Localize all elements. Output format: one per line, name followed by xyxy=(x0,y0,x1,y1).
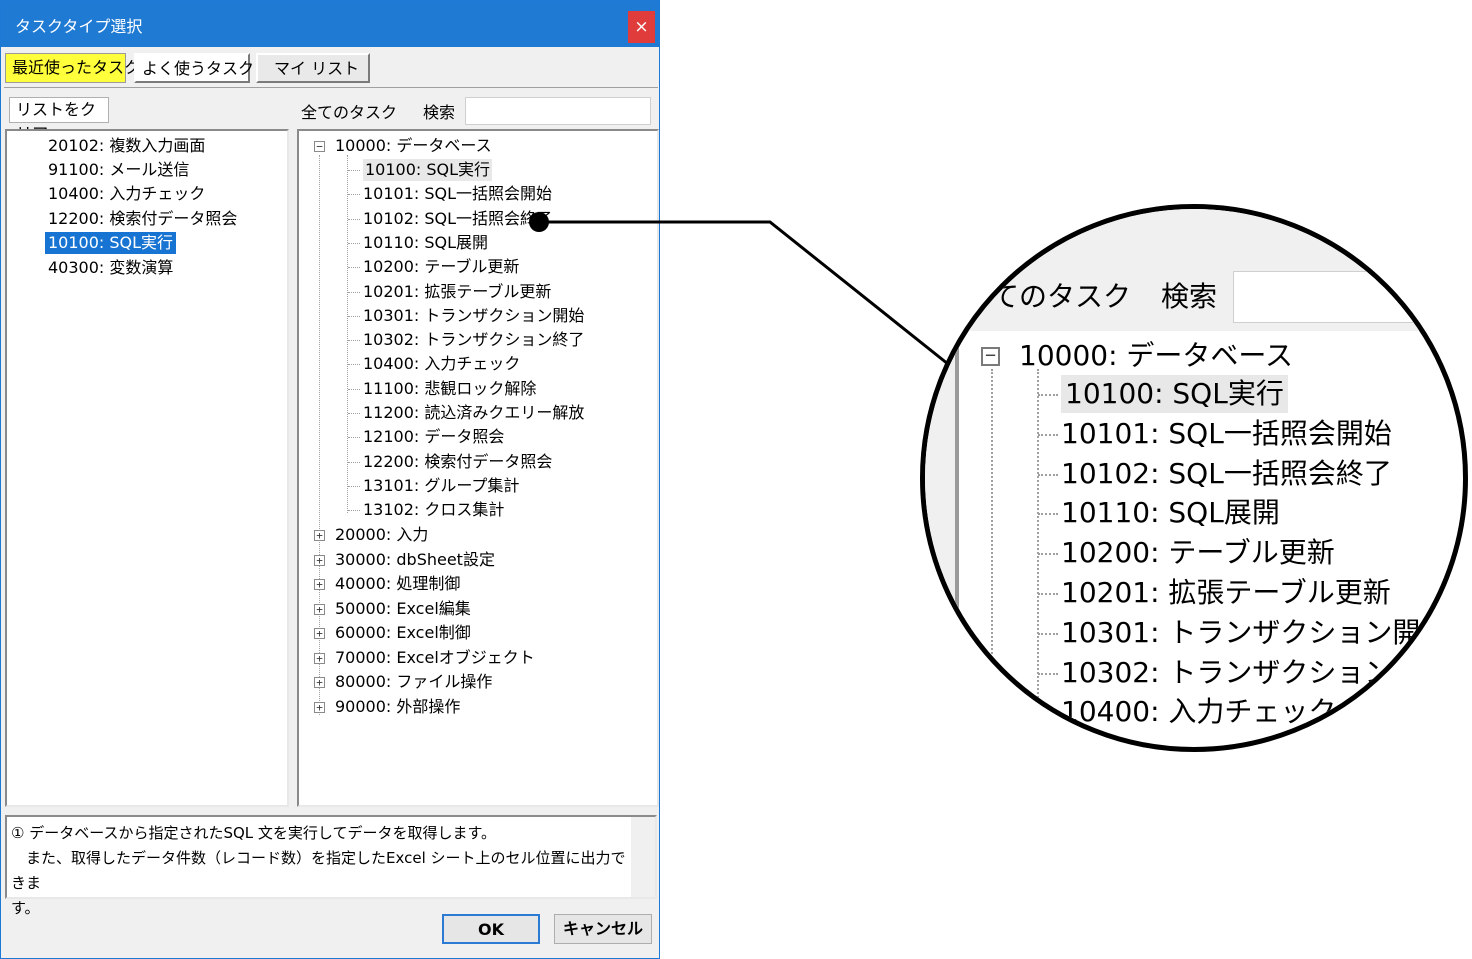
magnified-collapse-icon: − xyxy=(981,347,1000,366)
magnifier-callout: てのタスク 検索 − 10000: データベース 10100: SQL実行 101… xyxy=(920,204,1468,752)
magnified-tree-node: 10100: SQL実行 xyxy=(1061,375,1288,413)
magnified-tree-node: 10301: トランザクション開始 xyxy=(1061,615,1449,649)
magnified-group-database: 10000: データベース xyxy=(1019,339,1294,372)
magnified-tree-node: 10101: SQL一括照会開始 xyxy=(1061,416,1392,450)
callout-dot xyxy=(529,212,549,232)
magnified-guide-tick xyxy=(1038,632,1058,635)
magnified-all-tasks-label: てのタスク xyxy=(991,280,1132,313)
magnified-guide-tick xyxy=(1038,394,1058,396)
magnified-guide-tick xyxy=(1038,712,1058,715)
magnified-guide-tick xyxy=(1038,553,1058,556)
magnified-tree-node: 10200: テーブル更新 xyxy=(1061,536,1335,570)
magnified-guide-tick xyxy=(1038,433,1058,436)
magnified-guide-tick xyxy=(1038,593,1058,595)
magnified-header: てのタスク 検索 xyxy=(925,209,1463,331)
magnified-guide-line xyxy=(991,369,993,747)
magnified-tree-node: 10110: SQL展開 xyxy=(1061,496,1280,530)
magnified-tree-node: 10201: 拡張テーブル更新 xyxy=(1061,576,1391,609)
callout-line xyxy=(539,220,949,366)
magnified-search-label: 検索 xyxy=(1161,280,1218,313)
magnified-guide-tick xyxy=(1038,513,1058,516)
magnified-guide-tick xyxy=(1038,672,1058,675)
magnified-tree-node: 10102: SQL一括照会終了 xyxy=(1061,456,1392,490)
magnified-pane-edge xyxy=(925,331,959,747)
magnified-tree-node: 10302: トランザクション終了 xyxy=(1061,655,1449,689)
magnified-guide-line xyxy=(1037,369,1039,729)
magnified-guide-tick xyxy=(1038,473,1058,476)
magnified-search-input xyxy=(1233,271,1463,323)
magnified-tree-node: 10400: 入力チェック xyxy=(1061,695,1337,729)
